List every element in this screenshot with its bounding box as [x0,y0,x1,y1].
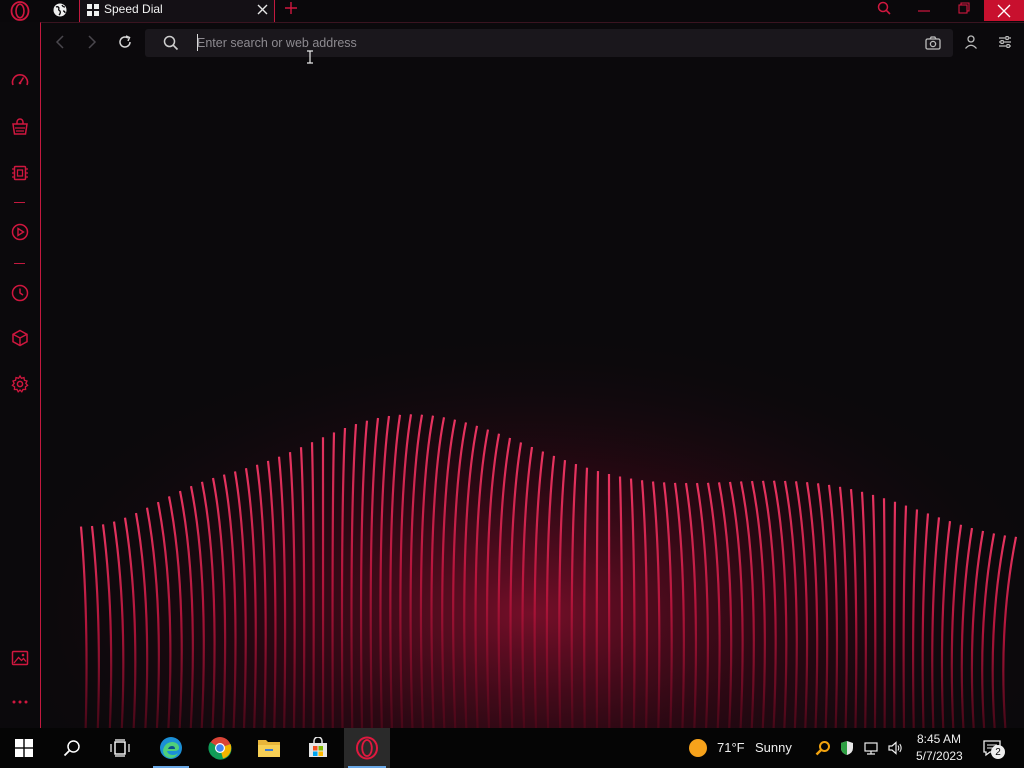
player-icon [11,223,29,241]
search-icon [63,740,80,757]
tab-speed-dial[interactable]: Speed Dial [79,0,275,22]
clock-time[interactable]: 8:45 AM [917,732,961,746]
settings-gear-icon [11,374,29,393]
new-tab-button[interactable] [282,0,300,16]
taskbar-opera-gx[interactable] [344,728,390,768]
sidebar-item-speedometer[interactable] [8,69,32,93]
text-cursor-icon [307,50,313,64]
close-icon [997,4,1011,17]
search-icon [877,1,891,15]
sidebar-more-button[interactable] [8,688,32,712]
speed-dial-grid-icon [87,4,99,16]
tray-security[interactable] [838,739,856,757]
sun-icon [689,739,707,757]
wallpaper-ribbon [595,471,600,728]
windows-logo-icon [15,739,33,757]
globe-icon [53,3,67,17]
profile-icon[interactable] [963,34,979,50]
sidebar-separator [14,202,25,203]
network-icon [864,742,878,755]
start-button[interactable] [2,728,46,768]
minimize-button[interactable] [912,0,936,16]
close-icon [257,4,267,14]
more-icon [12,700,28,704]
taskbar-search-button[interactable] [50,728,94,768]
shield-icon [841,741,853,755]
restore-button[interactable] [952,0,976,16]
sidebar-item-settings[interactable] [8,372,32,396]
cpu-chip-icon [12,165,28,181]
speaker-icon [888,741,902,755]
store-bag-icon [309,737,327,757]
address-input[interactable] [197,33,897,53]
text-caret [197,34,198,51]
chrome-browser-icon [208,737,232,760]
minimize-icon [918,10,930,12]
weather-temperature[interactable]: 71°F [717,740,745,755]
plus-icon [285,2,297,14]
taskbar-chrome[interactable] [198,728,242,768]
shopping-bag-icon [12,118,28,135]
taskbar-edge[interactable] [149,728,193,768]
taskbar: 71°F Sunny 8:45 AM 5/7/2023 2 [0,728,1024,768]
tab-search-button[interactable] [872,0,896,16]
wallpaper-icon [11,650,29,666]
sidebar-item-wallpaper[interactable] [8,646,32,670]
sidebar-item-shopping[interactable] [8,115,32,139]
chevron-left-icon [55,35,64,49]
sidebar-separator [14,263,25,264]
tab-close-button[interactable] [254,1,270,17]
sidebar-item-gx-control[interactable] [8,161,32,185]
search-icon [163,35,179,51]
opera-logo-icon [356,736,378,760]
taskbar-store[interactable] [296,728,340,768]
restore-icon [958,2,970,14]
tray-network[interactable] [862,739,880,757]
weather-widget[interactable] [688,738,708,758]
cube-icon [12,329,28,347]
magnifier-app-icon [815,741,830,756]
history-clock-icon [11,284,29,302]
speed-dial-wallpaper [41,58,1024,728]
notification-count-badge: 2 [991,745,1005,759]
easy-setup-icon[interactable] [997,34,1013,50]
sidebar-item-extensions[interactable] [8,326,32,350]
close-window-button[interactable] [984,0,1024,21]
opera-logo-icon [10,1,30,21]
task-view-button[interactable] [98,728,142,768]
pinned-tab[interactable] [46,0,74,20]
tray-search[interactable] [814,739,832,757]
reload-button[interactable] [115,32,135,52]
task-view-icon [110,739,130,757]
folder-icon [258,740,280,757]
clock-date[interactable]: 5/7/2023 [916,749,963,763]
tray-volume[interactable] [886,739,904,757]
opera-menu-button[interactable] [6,0,34,22]
reload-icon [119,35,131,48]
address-bar[interactable] [145,29,953,57]
edge-browser-icon [160,737,182,759]
sidebar-item-player[interactable] [8,220,32,244]
sidebar-item-history[interactable] [8,281,32,305]
forward-button[interactable] [82,32,102,52]
back-button[interactable] [50,32,70,52]
tab-label: Speed Dial [104,2,163,16]
wallpaper-ribbon [882,498,886,728]
wallpaper-ribbon [893,501,897,728]
chevron-right-icon [88,35,97,49]
taskbar-file-explorer[interactable] [247,728,291,768]
weather-condition[interactable]: Sunny [755,740,792,755]
camera-snapshot-icon[interactable] [925,35,941,51]
speedometer-icon [11,74,29,86]
